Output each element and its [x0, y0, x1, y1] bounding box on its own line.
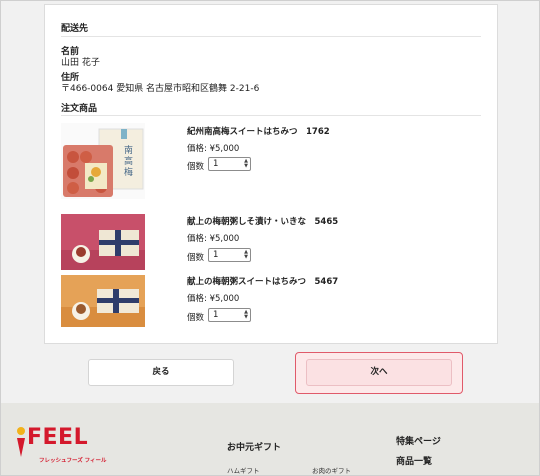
quantity-stepper[interactable]: 1 ▲ ▼ [208, 248, 251, 262]
svg-text:梅: 梅 [124, 166, 133, 178]
svg-text:高: 高 [124, 155, 133, 167]
address-value: 〒466-0064 愛知県 名古屋市昭和区鶴舞 2-21-6 [61, 84, 260, 94]
name-value: 山田 花子 [61, 58, 100, 68]
quantity-value: 1 [213, 310, 219, 320]
product-price: 価格: ¥5,000 [187, 144, 240, 154]
product-price: 価格: ¥5,000 [187, 294, 240, 304]
quantity-stepper[interactable]: 1 ▲ ▼ [208, 157, 251, 171]
spinner-arrows-icon[interactable]: ▲ ▼ [244, 250, 248, 260]
product-name: 献上の梅朝粥スイートはちみつ 5467 [187, 277, 339, 287]
spinner-arrows-icon[interactable]: ▲ ▼ [244, 310, 248, 320]
quantity-value: 1 [213, 159, 219, 169]
site-footer: FEEL フレッシュフーズ フィール お中元ギフト ハムギフト お肉のギフト 特… [1, 403, 539, 475]
quantity-label: 個数 [187, 313, 205, 323]
logo-wordmark: FEEL [27, 425, 89, 450]
logo-subtitle: フレッシュフーズ フィール [39, 458, 107, 464]
shipping-section-title: 配送先 [61, 24, 89, 34]
footer-heading-features[interactable]: 特集ページ [396, 434, 441, 447]
quantity-label: 個数 [187, 162, 205, 172]
svg-text:南: 南 [124, 144, 133, 156]
spinner-arrows-icon[interactable]: ▲ ▼ [244, 159, 248, 169]
product-image-2 [61, 214, 145, 270]
order-confirmation-card: 配送先 名前 山田 花子 住所 〒466-0064 愛知県 名古屋市昭和区鶴舞 … [44, 4, 498, 344]
footer-heading-products[interactable]: 商品一覧 [396, 454, 432, 467]
footer-link-ham[interactable]: ハムギフト [227, 465, 260, 475]
divider [61, 115, 481, 116]
quantity-stepper[interactable]: 1 ▲ ▼ [208, 308, 251, 322]
product-name: 献上の梅朝粥しそ漬け・いきな 5465 [187, 217, 339, 227]
quantity-label: 個数 [187, 253, 205, 263]
divider [61, 36, 481, 37]
product-image-1: 南 高 梅 [61, 123, 145, 199]
order-section-title: 注文商品 [61, 104, 98, 114]
back-button[interactable]: 戻る [88, 359, 234, 386]
footer-link-meat[interactable]: お肉のギフト [312, 465, 351, 475]
next-button[interactable]: 次へ [306, 359, 452, 386]
footer-heading-ochugen[interactable]: お中元ギフト [227, 440, 281, 453]
product-price: 価格: ¥5,000 [187, 234, 240, 244]
next-button-focus-ring: 次へ [295, 352, 463, 394]
quantity-value: 1 [213, 250, 219, 260]
product-name: 紀州南高梅スイートはちみつ 1762 [187, 127, 330, 137]
product-image-3 [61, 275, 145, 327]
